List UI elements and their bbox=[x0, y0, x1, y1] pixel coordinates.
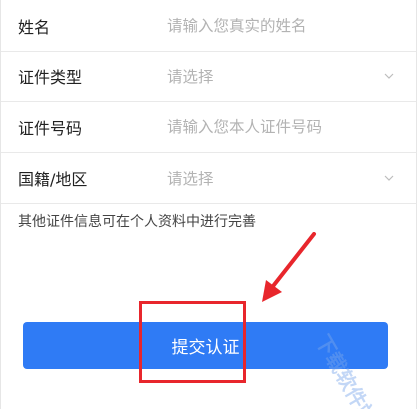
submit-verification-button[interactable]: 提交认证 bbox=[23, 322, 388, 369]
nationality-select[interactable]: 请选择 bbox=[167, 167, 214, 189]
id-number-input[interactable] bbox=[167, 117, 397, 136]
chevron-down-icon bbox=[384, 73, 394, 79]
id-type-row[interactable]: 证件类型 请选择 bbox=[1, 50, 416, 102]
annotation-arrow bbox=[262, 232, 316, 302]
id-number-row: 证件号码 bbox=[1, 101, 416, 153]
identity-verification-page: 姓名 证件类型 请选择 证件号码 国籍/地区 请选择 其他证件信息可在个人资料中… bbox=[0, 0, 417, 409]
chevron-down-icon bbox=[384, 175, 394, 181]
id-number-label: 证件号码 bbox=[18, 118, 83, 138]
name-input[interactable] bbox=[167, 16, 397, 35]
name-row: 姓名 bbox=[1, 0, 416, 52]
name-label: 姓名 bbox=[18, 17, 51, 37]
hint-text: 其他证件信息可在个人资料中进行完善 bbox=[18, 214, 256, 230]
id-type-select[interactable]: 请选择 bbox=[167, 65, 214, 87]
id-type-label: 证件类型 bbox=[18, 67, 83, 87]
nationality-label: 国籍/地区 bbox=[18, 169, 88, 189]
nationality-row[interactable]: 国籍/地区 请选择 bbox=[1, 152, 416, 204]
